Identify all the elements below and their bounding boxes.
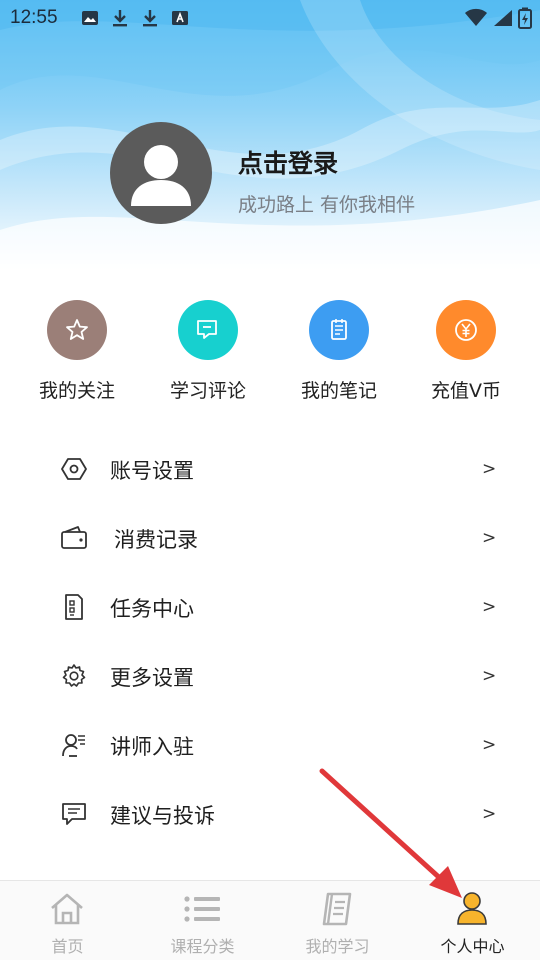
login-title[interactable]: 点击登录 bbox=[238, 144, 338, 180]
hexagon-nut-icon bbox=[60, 455, 88, 483]
menu-label: 更多设置 bbox=[110, 666, 194, 690]
yen-icon bbox=[436, 300, 496, 360]
quick-action-follow[interactable]: 我的关注 bbox=[12, 298, 142, 408]
nav-my-learning[interactable]: 我的学习 bbox=[270, 881, 405, 960]
quick-action-label: 充值V币 bbox=[431, 380, 501, 402]
menu-label: 建议与投诉 bbox=[110, 804, 215, 828]
nav-label: 我的学习 bbox=[305, 937, 370, 956]
download-icon bbox=[113, 10, 127, 27]
profile-header: 12:55 点击登录 成功路上 有你我相伴 bbox=[0, 0, 540, 272]
menu-item-task-center[interactable]: 任务中心 > bbox=[0, 572, 540, 641]
nav-label: 课程分类 bbox=[170, 937, 235, 956]
font-icon bbox=[172, 11, 188, 25]
menu-item-become-lecturer[interactable]: 讲师入驻 > bbox=[0, 710, 540, 779]
login-subtitle: 成功路上 有你我相伴 bbox=[238, 194, 416, 216]
nav-label: 个人中心 bbox=[440, 937, 505, 956]
quick-actions: 我的关注 学习评论 我的笔记 充值V币 bbox=[0, 298, 540, 418]
home-icon bbox=[47, 889, 87, 929]
nav-course-categories[interactable]: 课程分类 bbox=[135, 881, 270, 960]
person-icon bbox=[452, 889, 492, 929]
bottom-navigation: 首页 课程分类 我的学习 个人中心 bbox=[0, 880, 540, 960]
nav-label: 首页 bbox=[51, 937, 84, 956]
nav-home[interactable]: 首页 bbox=[0, 881, 135, 960]
status-time: 12:55 bbox=[10, 7, 58, 28]
feedback-icon bbox=[60, 800, 88, 828]
menu-label: 任务中心 bbox=[110, 597, 194, 621]
chevron-right-icon: > bbox=[482, 804, 497, 824]
nav-personal-center[interactable]: 个人中心 bbox=[405, 881, 540, 960]
teacher-icon bbox=[60, 731, 88, 759]
task-document-icon bbox=[60, 593, 88, 621]
menu-label: 消费记录 bbox=[114, 528, 198, 552]
wifi-icon bbox=[465, 8, 487, 26]
menu-item-more-settings[interactable]: 更多设置 > bbox=[0, 641, 540, 710]
quick-action-label: 学习评论 bbox=[169, 380, 246, 402]
menu-item-account-settings[interactable]: 账号设置 > bbox=[0, 434, 540, 503]
chevron-right-icon: > bbox=[482, 459, 497, 479]
quick-action-recharge[interactable]: 充值V币 bbox=[401, 298, 531, 408]
download-icon bbox=[143, 10, 157, 27]
menu-label: 讲师入驻 bbox=[110, 735, 194, 759]
menu-label: 账号设置 bbox=[110, 459, 194, 483]
header-wave-background bbox=[0, 0, 540, 272]
user-avatar-icon bbox=[131, 145, 191, 206]
notebook-icon bbox=[317, 889, 357, 929]
battery-charging-icon bbox=[518, 7, 532, 29]
quick-action-label: 我的笔记 bbox=[300, 380, 377, 402]
menu-item-feedback[interactable]: 建议与投诉 > bbox=[0, 779, 540, 848]
quick-action-comments[interactable]: 学习评论 bbox=[143, 298, 273, 408]
menu-item-consumption-records[interactable]: 消费记录 > bbox=[0, 503, 540, 572]
comment-icon bbox=[178, 300, 238, 360]
note-icon bbox=[309, 300, 369, 360]
quick-action-label: 我的关注 bbox=[38, 380, 115, 402]
chevron-right-icon: > bbox=[482, 735, 497, 755]
avatar[interactable] bbox=[110, 122, 212, 224]
chevron-right-icon: > bbox=[482, 666, 497, 686]
image-icon bbox=[82, 11, 98, 25]
quick-action-notes[interactable]: 我的笔记 bbox=[274, 298, 404, 408]
wallet-icon bbox=[60, 524, 88, 552]
signal-icon bbox=[494, 10, 512, 26]
chevron-right-icon: > bbox=[482, 528, 497, 548]
star-icon bbox=[47, 300, 107, 360]
gear-icon bbox=[60, 662, 88, 690]
status-bar: 12:55 bbox=[0, 0, 540, 38]
chevron-right-icon: > bbox=[482, 597, 497, 617]
list-icon bbox=[182, 889, 222, 929]
